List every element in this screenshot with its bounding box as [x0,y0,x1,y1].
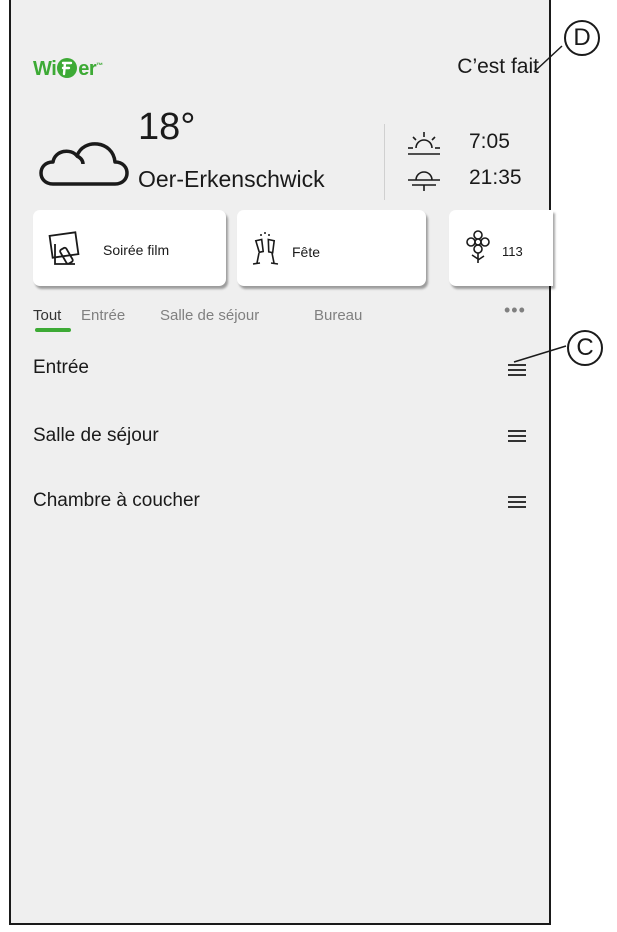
callout-d: D [564,20,600,56]
moment-label: Soirée film [103,242,170,258]
wiser-logo-mark-icon [57,58,78,78]
more-tabs-icon[interactable]: ••• [504,300,526,321]
active-tab-indicator [35,328,71,332]
weather-divider [384,124,385,200]
sunset-icon [408,171,440,191]
sunset-time: 21:35 [469,166,522,189]
temperature: 18° [138,106,196,148]
callout-leader-c [513,345,567,363]
champagne-glasses-icon [252,232,279,265]
sunrise-time: 7:05 [469,130,510,153]
room-row-salle-de-sejour-label[interactable]: Salle de séjour [33,425,159,447]
room-row-chambre-a-coucher-label[interactable]: Chambre à coucher [33,490,200,512]
done-button[interactable]: C’est fait [457,55,539,79]
tab-entree[interactable]: Entrée [81,307,125,324]
tab-bureau[interactable]: Bureau [314,307,362,324]
phone-screen: Wi er™ C’est fait 18° Oer-Erkenschwick 7:… [9,0,553,925]
moment-label: 113 [502,244,523,259]
tab-all[interactable]: Tout [33,307,61,324]
drag-handle-icon[interactable] [508,430,526,445]
callout-c: C [567,330,603,366]
logo-text-er: er [78,58,97,80]
wiser-logo: Wi er™ [33,57,103,81]
moment-label: Fête [292,244,321,260]
logo-trademark: ™ [96,62,103,70]
flower-icon [466,230,490,263]
moment-card-party[interactable]: Fête [237,210,426,286]
drag-handle-icon[interactable] [508,496,526,511]
callout-leader-d [533,45,563,73]
city-name: Oer-Erkenschwick [138,166,325,192]
moment-card-movie[interactable]: Soirée film [33,210,226,286]
room-row-entree-label[interactable]: Entrée [33,357,89,379]
sunrise-icon [408,132,440,155]
movie-remote-icon [48,231,80,265]
tab-salle-de-sejour[interactable]: Salle de séjour [160,307,259,324]
logo-text-wi: Wi [33,58,57,80]
moment-card-113[interactable]: 113 [449,210,553,286]
cloud-icon [39,142,129,186]
